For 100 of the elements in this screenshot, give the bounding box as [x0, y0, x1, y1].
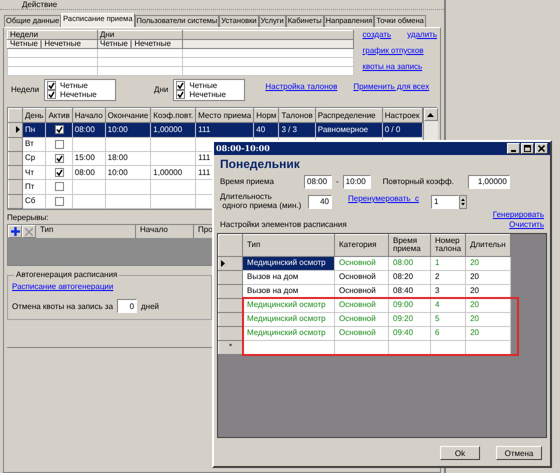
clear-link[interactable]: Очистить — [509, 220, 544, 230]
table-cell: 20 — [466, 256, 510, 270]
checkbox[interactable] — [54, 154, 64, 163]
settings-link[interactable]: Настройка талонов — [265, 82, 338, 91]
table-cell: 6 — [430, 326, 466, 340]
table-cell: 09:00 — [388, 298, 430, 312]
table-cell: Вт — [22, 137, 46, 152]
coefficient-field[interactable]: 1,00000 — [468, 174, 510, 189]
table-cell: 09:20 — [388, 312, 430, 326]
column-header: Распределение — [315, 108, 382, 123]
action-menu[interactable]: Действие — [22, 0, 58, 9]
column-header: Актив — [46, 108, 72, 123]
time-field[interactable]: 10:00 — [342, 174, 371, 189]
table-cell: Пт — [22, 180, 46, 194]
table-cell: Основной — [334, 326, 388, 340]
quota-unit: дней — [141, 302, 160, 311]
table-cell: Основной — [334, 298, 388, 312]
duration-field[interactable]: 40 — [308, 194, 332, 209]
dialog-button[interactable]: Ok — [440, 446, 480, 460]
current-row-icon — [221, 260, 225, 267]
minimize-button[interactable] — [507, 143, 520, 154]
table-cell: Медицинский осмотр — [242, 326, 334, 340]
table-cell: 15:00 — [72, 151, 106, 166]
dialog-button[interactable]: Отмена — [496, 446, 542, 460]
delete-button[interactable] — [22, 225, 36, 238]
table-cell: 08:00 — [72, 166, 106, 180]
group-title: Автогенерация расписания — [14, 270, 120, 280]
table-cell: 1,00000 — [150, 166, 196, 180]
checkbox[interactable] — [54, 196, 64, 206]
column-header: Норм — [254, 108, 279, 123]
column-header: Номер талона — [430, 234, 466, 256]
table-cell: Чт — [22, 166, 46, 180]
filter-label: Недели — [11, 85, 40, 94]
autogeneration-link[interactable]: Расписание автогенерации — [12, 282, 114, 292]
create-link[interactable]: создать — [362, 30, 392, 39]
column-header: Длительн — [466, 234, 510, 256]
column-header: Начало — [72, 108, 106, 123]
table-cell: Ср — [22, 151, 46, 166]
field-label: Длительность одного приема (мин.) — [220, 192, 302, 210]
table-cell: Медицинский осмотр — [242, 298, 334, 312]
table-cell: 1,00000 — [150, 122, 196, 138]
table-cell: Основной — [334, 312, 388, 326]
column-header: Категория — [334, 234, 388, 256]
delete-link[interactable]: удалить — [407, 30, 437, 39]
column-header: Место приема — [196, 108, 254, 123]
column-header: Тип — [242, 234, 334, 256]
time-separator: - — [335, 177, 340, 186]
table-cell: 20 — [466, 312, 510, 326]
option-label: Четные — [60, 80, 88, 90]
column-header: Недели — [8, 30, 98, 40]
table-cell: 5 — [430, 312, 466, 326]
spin-field[interactable]: 1 — [430, 194, 459, 209]
table-cell: Сб — [22, 194, 46, 208]
close-button[interactable] — [535, 143, 548, 154]
scroll-up-button[interactable] — [424, 108, 438, 121]
column-header: Дни — [98, 30, 182, 40]
maximize-button[interactable] — [521, 143, 534, 154]
column-header: День — [22, 108, 46, 123]
settings-link[interactable]: Применить для всех — [353, 82, 430, 91]
table-cell: 4 — [430, 298, 466, 312]
table-cell: Основной — [334, 256, 388, 270]
checkbox[interactable] — [54, 168, 64, 178]
checkbox[interactable] — [47, 80, 56, 90]
table-cell: 20 — [466, 270, 510, 284]
plus-icon — [10, 227, 20, 236]
checkbox[interactable] — [54, 125, 64, 134]
current-row-icon — [16, 126, 20, 134]
checkbox[interactable] — [54, 182, 64, 192]
renumber-link[interactable]: Перенумеровать с — [348, 194, 419, 203]
time-field[interactable]: 08:00 — [304, 174, 332, 189]
close-icon — [25, 228, 33, 236]
table-cell: 10:00 — [105, 166, 151, 180]
quotas-link[interactable]: квоты на запись — [362, 62, 437, 72]
table-cell: 0 / 0 — [382, 122, 422, 138]
column-header: Настроек — [382, 108, 422, 123]
add-button[interactable] — [8, 225, 22, 238]
vacation-schedule-link[interactable]: график отпусков — [362, 46, 437, 55]
column-header: Коэф.повт. — [150, 108, 196, 123]
table-cell: 1 — [430, 256, 466, 270]
column-header: Окончание — [105, 108, 151, 123]
column-header: Талонов — [278, 108, 316, 123]
table-cell: 08:00 — [72, 122, 106, 138]
table-cell: 20 — [466, 298, 510, 312]
close-icon — [538, 145, 545, 152]
generate-link[interactable]: Генерировать — [492, 210, 544, 220]
table-cell: Равномерное — [315, 122, 382, 138]
table-cell: 2 — [430, 270, 466, 284]
spinner-arrows-icon — [458, 194, 467, 209]
table-cell: Вызов на дом — [242, 270, 334, 284]
checkbox[interactable] — [176, 80, 186, 90]
table-cell: Медицинский осмотр — [242, 312, 334, 326]
maximize-icon — [524, 145, 531, 152]
window-title: 08:00-10:00 — [216, 144, 271, 154]
table-cell: 10:00 — [105, 122, 151, 138]
quota-field[interactable]: 0 — [117, 299, 138, 314]
table-cell: 20 — [466, 326, 510, 340]
option-label: Четные — [189, 80, 218, 90]
table-cell: 3 / 3 — [278, 122, 316, 138]
up-arrow-icon — [427, 112, 434, 116]
checkbox[interactable] — [54, 140, 64, 149]
